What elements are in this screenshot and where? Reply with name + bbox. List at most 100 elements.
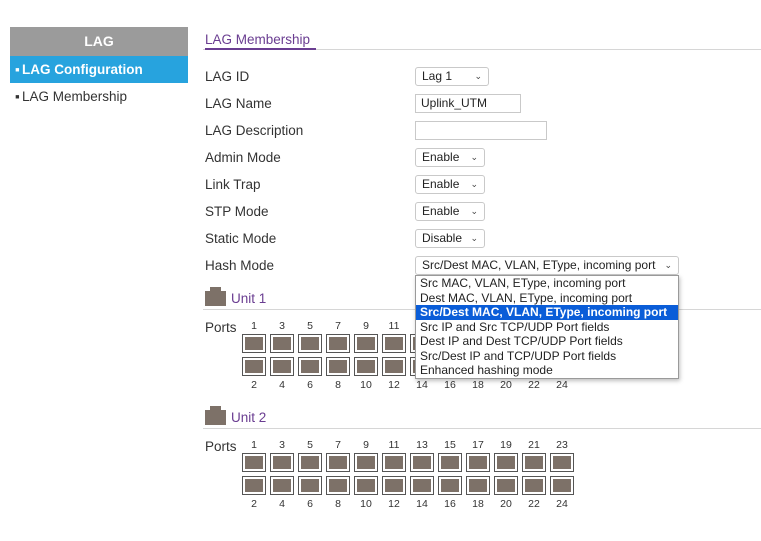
port-4[interactable] (270, 476, 294, 495)
hash-mode-dropdown-list[interactable]: Src MAC, VLAN, EType, incoming port Dest … (415, 275, 679, 379)
port-number-label: 12 (388, 498, 400, 510)
port-number-label: 4 (279, 498, 285, 510)
port-12[interactable] (382, 357, 406, 376)
port-5[interactable] (298, 334, 322, 353)
sidebar-item-lag-configuration[interactable]: ▪ LAG Configuration (10, 56, 188, 83)
port-10[interactable] (354, 476, 378, 495)
port-number-label: 19 (500, 439, 512, 451)
port-7[interactable] (326, 334, 350, 353)
port-number-label: 24 (556, 498, 568, 510)
lag-name-input[interactable]: Uplink_UTM (415, 94, 521, 113)
port-22[interactable] (522, 476, 546, 495)
port-10[interactable] (354, 357, 378, 376)
port-2[interactable] (242, 476, 266, 495)
port-6[interactable] (298, 357, 322, 376)
hash-mode-option[interactable]: Src/Dest IP and TCP/UDP Port fields (416, 349, 678, 364)
hash-mode-option[interactable]: Src MAC, VLAN, EType, incoming port (416, 276, 678, 291)
link-trap-select[interactable]: Enable ⌄ (415, 175, 485, 194)
lag-id-select[interactable]: Lag 1 ⌄ (415, 67, 489, 86)
port-20[interactable] (494, 476, 518, 495)
port-11[interactable] (382, 334, 406, 353)
static-mode-select[interactable]: Disable ⌄ (415, 229, 485, 248)
port-5[interactable] (298, 453, 322, 472)
port-23[interactable] (550, 453, 574, 472)
switch-unit-icon (205, 406, 226, 425)
chevron-down-icon: ⌄ (470, 233, 478, 243)
port-11[interactable] (382, 453, 406, 472)
port-6[interactable] (298, 476, 322, 495)
port-16[interactable] (438, 476, 462, 495)
port-3[interactable] (270, 453, 294, 472)
hash-mode-option[interactable]: Src/Dest MAC, VLAN, EType, incoming port (416, 305, 678, 320)
link-trap-value: Enable (422, 177, 460, 191)
static-mode-label: Static Mode (205, 231, 277, 246)
port-number-label: 7 (335, 320, 341, 332)
ports-label: Ports (205, 320, 237, 335)
port-8[interactable] (326, 476, 350, 495)
port-1[interactable] (242, 334, 266, 353)
section-header: LAG Membership (203, 28, 761, 50)
port-18[interactable] (466, 476, 490, 495)
port-number-label: 11 (388, 320, 400, 332)
chevron-down-icon: ⌄ (470, 206, 478, 216)
port-number-label: 10 (360, 498, 372, 510)
port-4[interactable] (270, 357, 294, 376)
port-19[interactable] (494, 453, 518, 472)
port-number-label: 16 (444, 379, 456, 391)
chevron-down-icon: ⌄ (470, 179, 478, 189)
port-15[interactable] (438, 453, 462, 472)
switch-unit-icon (205, 287, 226, 306)
port-number-label: 2 (251, 379, 257, 391)
port-number-label: 24 (556, 379, 568, 391)
lag-description-input[interactable] (415, 121, 547, 140)
sidebar-item-lag-membership[interactable]: ▪ LAG Membership (10, 83, 188, 110)
port-21[interactable] (522, 453, 546, 472)
hash-mode-option[interactable]: Enhanced hashing mode (416, 363, 678, 378)
port-13[interactable] (410, 453, 434, 472)
port-number-label: 17 (472, 439, 484, 451)
port-number-label: 4 (279, 379, 285, 391)
port-17[interactable] (466, 453, 490, 472)
chevron-down-icon: ⌄ (474, 71, 482, 81)
admin-mode-select[interactable]: Enable ⌄ (415, 148, 485, 167)
chevron-down-icon: ⌄ (470, 152, 478, 162)
port-number-label: 5 (307, 439, 313, 451)
port-14[interactable] (410, 476, 434, 495)
stp-mode-value: Enable (422, 204, 460, 218)
port-number-label: 3 (279, 320, 285, 332)
port-number-label: 14 (416, 379, 428, 391)
port-number-label: 6 (307, 498, 313, 510)
ports-label: Ports (205, 439, 237, 454)
stp-mode-select[interactable]: Enable ⌄ (415, 202, 485, 221)
port-number-label: 1 (251, 439, 257, 451)
bullet-icon: ▪ (15, 89, 20, 104)
hash-mode-option[interactable]: Dest IP and Dest TCP/UDP Port fields (416, 334, 678, 349)
port-7[interactable] (326, 453, 350, 472)
port-number-label: 23 (556, 439, 568, 451)
hash-mode-value: Src/Dest MAC, VLAN, EType, incoming port (422, 258, 656, 272)
hash-mode-option[interactable]: Src IP and Src TCP/UDP Port fields (416, 320, 678, 335)
port-24[interactable] (550, 476, 574, 495)
port-number-label: 5 (307, 320, 313, 332)
port-number-label: 8 (335, 379, 341, 391)
hash-mode-select[interactable]: Src/Dest MAC, VLAN, EType, incoming port… (415, 256, 679, 275)
port-number-label: 10 (360, 379, 372, 391)
hash-mode-option[interactable]: Dest MAC, VLAN, EType, incoming port (416, 291, 678, 306)
unit-label: Unit 1 (231, 291, 267, 306)
port-number-label: 1 (251, 320, 257, 332)
port-2[interactable] (242, 357, 266, 376)
unit-label: Unit 2 (231, 410, 267, 425)
port-9[interactable] (354, 334, 378, 353)
lag-id-label: LAG ID (205, 69, 250, 84)
port-number-label: 7 (335, 439, 341, 451)
port-number-label: 15 (444, 439, 456, 451)
port-9[interactable] (354, 453, 378, 472)
port-number-label: 20 (500, 379, 512, 391)
port-3[interactable] (270, 334, 294, 353)
port-12[interactable] (382, 476, 406, 495)
port-1[interactable] (242, 453, 266, 472)
admin-mode-label: Admin Mode (205, 150, 281, 165)
port-number-label: 12 (388, 379, 400, 391)
port-8[interactable] (326, 357, 350, 376)
link-trap-label: Link Trap (205, 177, 261, 192)
